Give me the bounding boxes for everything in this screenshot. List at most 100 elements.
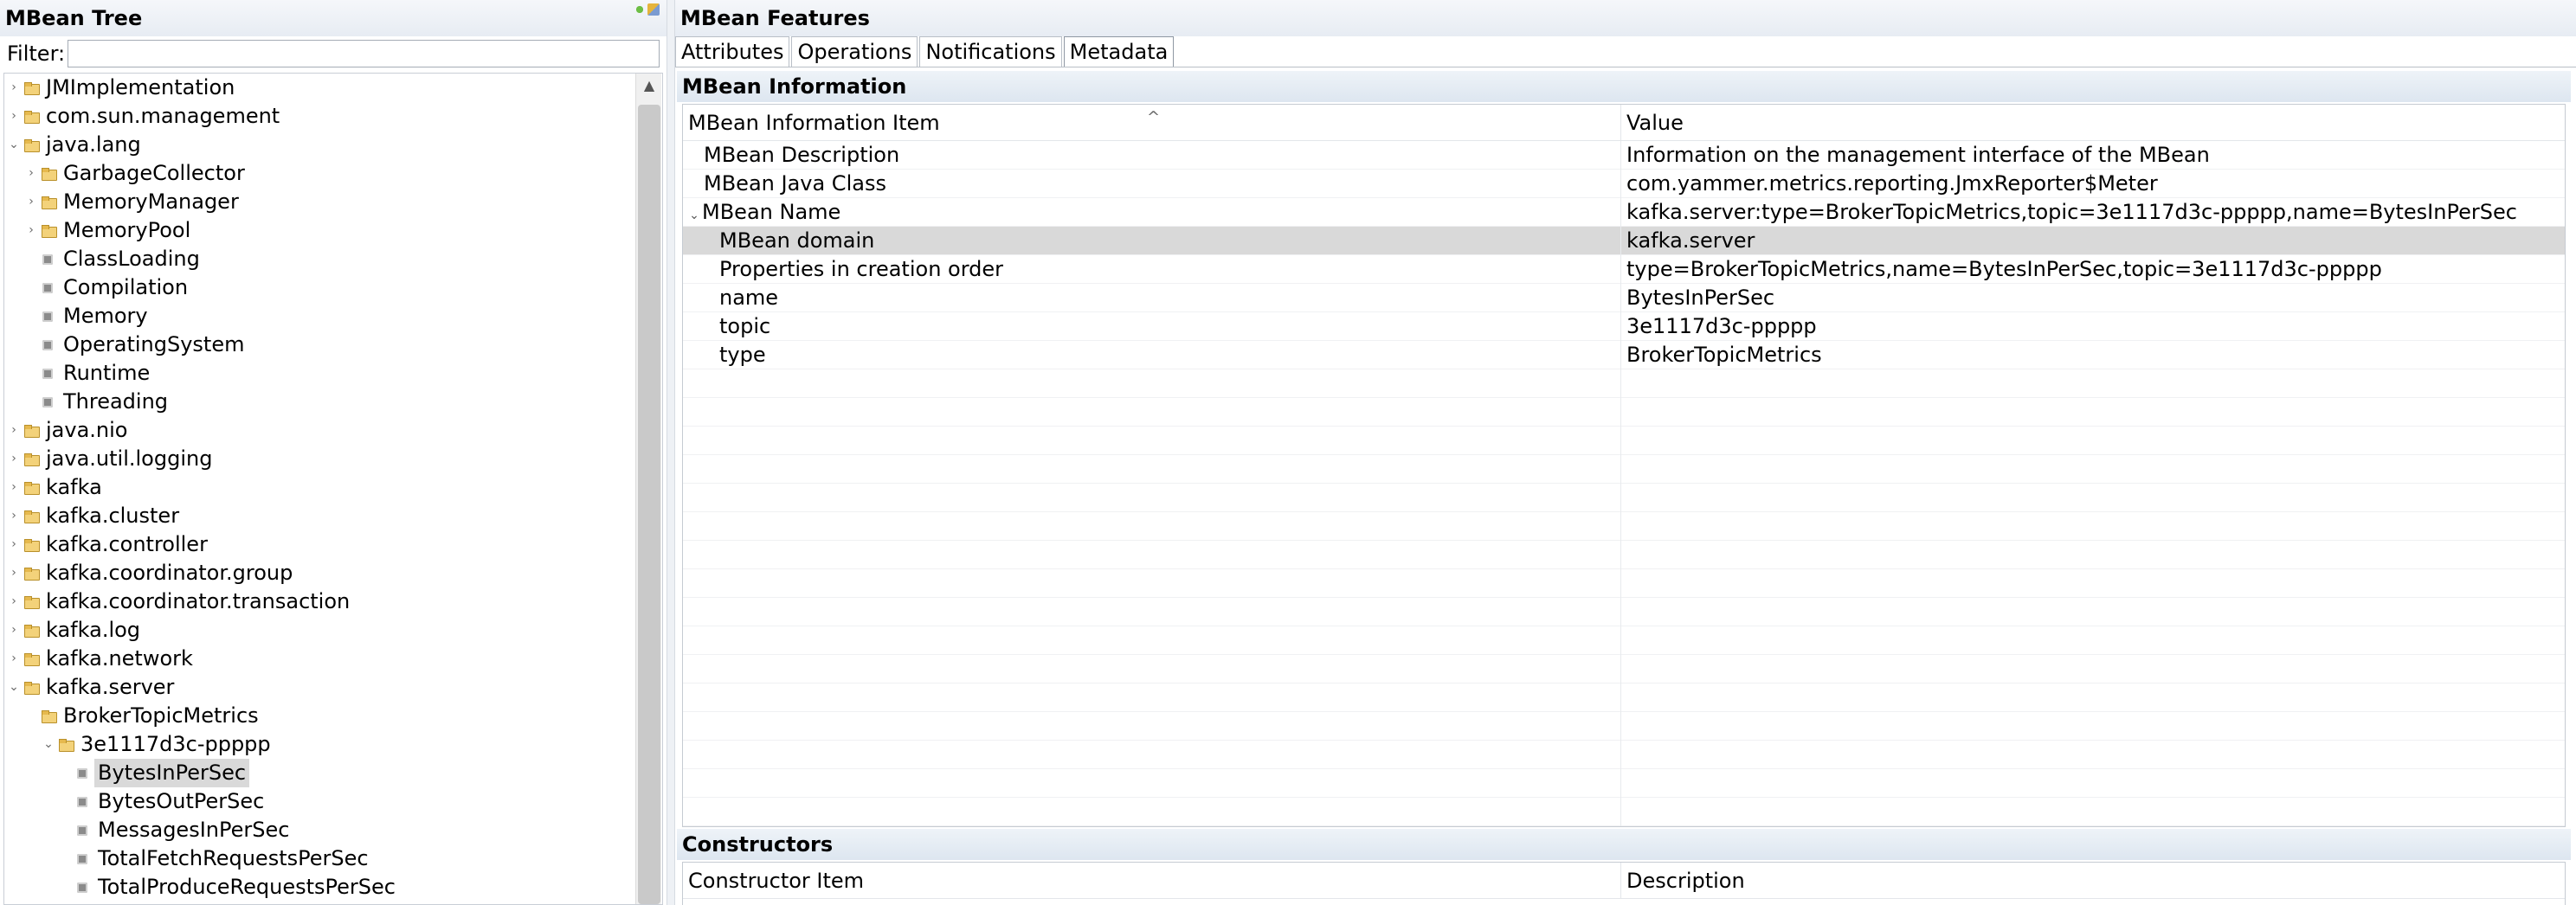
empty-table-row bbox=[683, 369, 2565, 398]
tree-node[interactable]: Runtime bbox=[23, 359, 153, 388]
tree-node[interactable]: › kafka bbox=[6, 473, 106, 502]
folder-icon bbox=[23, 538, 40, 552]
tree-node-label: kafka.server bbox=[46, 675, 175, 699]
table-row[interactable]: MBean Description Information on the mana… bbox=[683, 141, 2565, 170]
expand-chevron-icon[interactable]: › bbox=[6, 74, 22, 102]
tree-node[interactable]: TotalFetchRequestsPerSec bbox=[58, 844, 372, 873]
mbean-icon bbox=[77, 767, 89, 780]
tree-node[interactable]: › kafka.log bbox=[6, 616, 144, 645]
tab-metadata[interactable]: Metadata bbox=[1063, 36, 1175, 67]
info-value-cell: kafka.server bbox=[1626, 228, 1755, 253]
tree-node[interactable]: › java.nio bbox=[6, 416, 131, 445]
info-value-cell: Information on the management interface … bbox=[1626, 143, 2210, 167]
scroll-up-icon[interactable]: ▲ bbox=[636, 74, 662, 98]
tree-node[interactable]: BytesOutPerSec bbox=[58, 787, 267, 816]
mbean-icon bbox=[42, 254, 55, 266]
tab-operations[interactable]: Operations bbox=[791, 36, 918, 67]
mbean-icon bbox=[42, 339, 55, 351]
column-header-description-label: Description bbox=[1626, 869, 1745, 893]
column-header-description[interactable]: Description bbox=[1621, 863, 2565, 899]
tree-node[interactable]: › com.sun.management bbox=[6, 102, 283, 131]
empty-cell bbox=[683, 541, 1621, 569]
pane-splitter[interactable] bbox=[667, 0, 675, 905]
tree-node[interactable]: MessagesInPerSec bbox=[58, 816, 293, 844]
expand-chevron-icon[interactable]: › bbox=[23, 216, 39, 245]
info-item-cell: MBean Java Class bbox=[683, 170, 1621, 198]
tree-node[interactable]: › GarbageCollector bbox=[23, 159, 248, 188]
column-header-value[interactable]: Value bbox=[1621, 105, 2565, 141]
tree-node[interactable]: ⌄ 3e1117d3c-ppppp bbox=[41, 730, 274, 759]
expand-chevron-icon[interactable]: › bbox=[23, 159, 39, 188]
mbean-tree-header: MBean Tree bbox=[0, 0, 667, 36]
tab-notifications[interactable]: Notifications bbox=[919, 36, 1062, 67]
empty-cell bbox=[1621, 741, 2565, 769]
mbean-information-title: MBean Information bbox=[682, 74, 907, 99]
expand-chevron-icon[interactable]: › bbox=[6, 587, 22, 616]
table-row[interactable]: MBean domain kafka.server bbox=[683, 227, 2565, 255]
tree-node[interactable]: › kafka.controller bbox=[6, 530, 211, 559]
tree-node[interactable]: ⌄ java.lang bbox=[6, 131, 145, 159]
empty-cell bbox=[683, 569, 1621, 598]
info-item-cell: MBean domain bbox=[683, 227, 1621, 255]
table-row[interactable]: name BytesInPerSec bbox=[683, 284, 2565, 312]
info-item-cell: name bbox=[683, 284, 1621, 312]
info-value-cell: kafka.server:type=BrokerTopicMetrics,top… bbox=[1626, 200, 2517, 224]
column-header-item[interactable]: MBean Information Item ^ bbox=[683, 105, 1621, 141]
tree-node[interactable]: BrokerTopicMetrics bbox=[23, 702, 262, 730]
tree-node[interactable]: ⌄ kafka.server bbox=[6, 673, 177, 702]
expand-chevron-icon[interactable]: › bbox=[6, 502, 22, 530]
folder-icon bbox=[58, 738, 74, 752]
expand-all-icon[interactable] bbox=[634, 3, 646, 16]
tree-node[interactable]: › JMImplementation bbox=[6, 74, 238, 102]
filter-input[interactable] bbox=[68, 40, 660, 67]
tree-node[interactable]: › kafka.coordinator.transaction bbox=[6, 587, 353, 616]
collapse-all-icon[interactable] bbox=[647, 3, 660, 16]
tree-node[interactable]: Threading bbox=[23, 388, 171, 416]
folder-icon bbox=[23, 567, 40, 581]
column-header-constructor-item[interactable]: Constructor Item bbox=[683, 863, 1621, 899]
table-row[interactable]: MBean Java Class com.yammer.metrics.repor… bbox=[683, 170, 2565, 198]
empty-table-row bbox=[683, 512, 2565, 541]
expand-chevron-icon[interactable]: › bbox=[6, 530, 22, 559]
tree-node[interactable]: › kafka.coordinator.group bbox=[6, 559, 296, 587]
tree-node[interactable]: BytesInPerSec bbox=[58, 759, 250, 787]
expand-chevron-icon[interactable]: › bbox=[6, 473, 22, 502]
expand-chevron-icon[interactable]: › bbox=[6, 416, 22, 445]
tree-node[interactable]: Compilation bbox=[23, 273, 191, 302]
empty-table-row bbox=[683, 798, 2565, 826]
expand-chevron-icon[interactable]: › bbox=[6, 645, 22, 673]
expand-chevron-icon[interactable]: › bbox=[6, 559, 22, 587]
expand-chevron-icon[interactable]: › bbox=[23, 188, 39, 216]
table-row[interactable]: Properties in creation order type=BrokerT… bbox=[683, 255, 2565, 284]
tree-node[interactable]: › kafka.cluster bbox=[6, 502, 183, 530]
tree-node-label: BrokerTopicMetrics bbox=[63, 703, 259, 728]
mbean-icon bbox=[42, 282, 55, 294]
collapse-chevron-icon[interactable]: ⌄ bbox=[6, 131, 22, 159]
empty-cell bbox=[1621, 712, 2565, 741]
expand-chevron-icon[interactable]: › bbox=[6, 445, 22, 473]
scroll-thumb[interactable] bbox=[638, 105, 660, 904]
collapse-chevron-icon[interactable]: ⌄ bbox=[6, 673, 22, 702]
expand-chevron-icon[interactable]: › bbox=[6, 102, 22, 131]
tree-node[interactable]: › MemoryManager bbox=[23, 188, 242, 216]
tree-node-label: com.sun.management bbox=[46, 104, 280, 128]
empty-cell bbox=[683, 712, 1621, 741]
tree-node[interactable]: › java.util.logging bbox=[6, 445, 216, 473]
tab-attributes[interactable]: Attributes bbox=[675, 36, 790, 67]
empty-cell bbox=[1621, 684, 2565, 712]
tree-node[interactable]: OperatingSystem bbox=[23, 331, 248, 359]
table-row[interactable]: topic 3e1117d3c-ppppp bbox=[683, 312, 2565, 341]
expand-chevron-icon[interactable]: › bbox=[6, 616, 22, 645]
collapse-chevron-icon[interactable]: ⌄ bbox=[41, 730, 56, 759]
sort-caret-icon: ^ bbox=[1147, 108, 1161, 126]
table-row[interactable]: ⌄ MBean Name kafka.server:type=BrokerTopic… bbox=[683, 198, 2565, 227]
tree-scrollbar[interactable]: ▲ bbox=[635, 74, 661, 904]
tree-node[interactable]: Memory bbox=[23, 302, 151, 331]
tree-node-label: ClassLoading bbox=[63, 247, 200, 271]
tree-node[interactable]: ClassLoading bbox=[23, 245, 203, 273]
info-item-label: name bbox=[719, 286, 779, 310]
tree-node[interactable]: TotalProduceRequestsPerSec bbox=[58, 873, 399, 902]
tree-node[interactable]: › MemoryPool bbox=[23, 216, 194, 245]
table-row[interactable]: type BrokerTopicMetrics bbox=[683, 341, 2565, 369]
tree-node[interactable]: › kafka.network bbox=[6, 645, 196, 673]
